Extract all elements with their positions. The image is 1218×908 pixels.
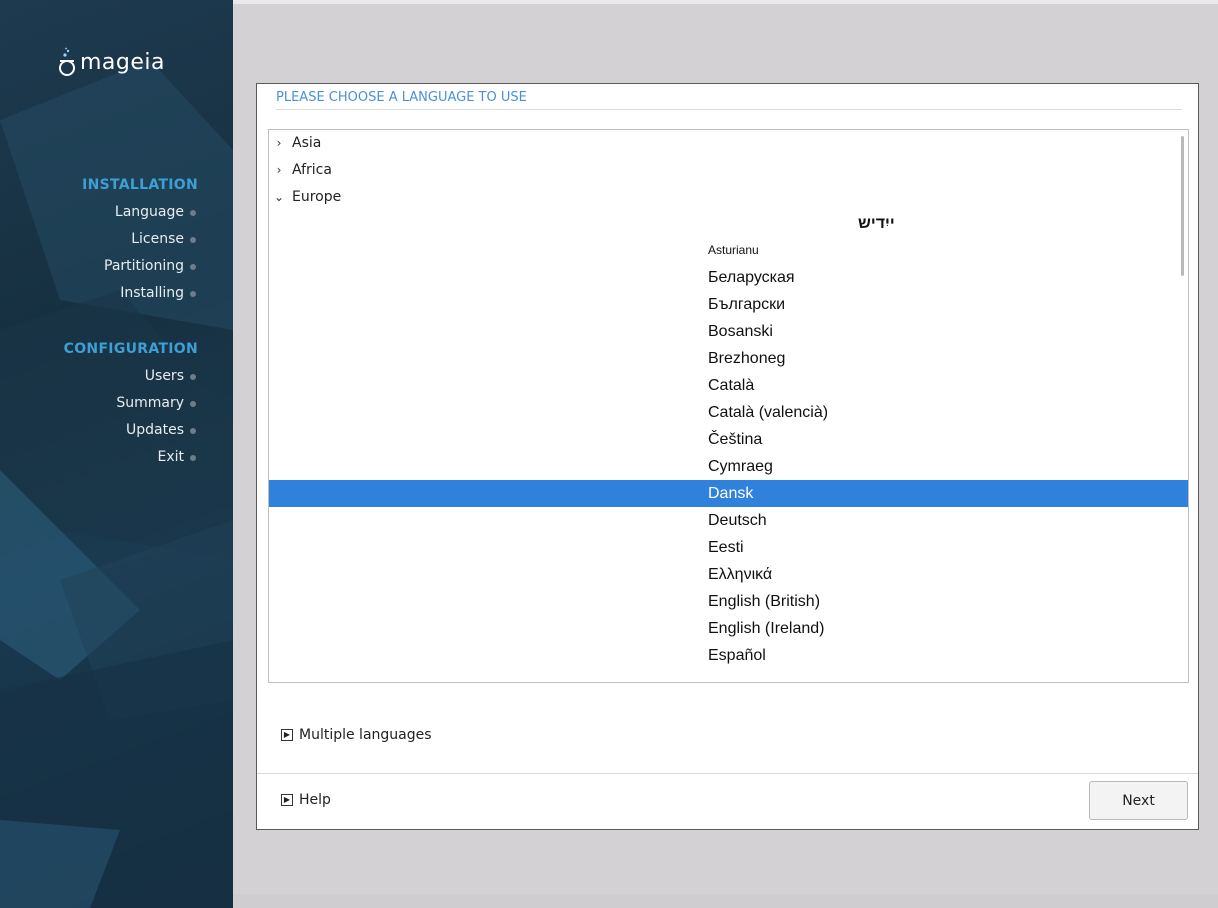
expander-triangle-icon: ▶ bbox=[281, 729, 293, 741]
language-item-brezhoneg[interactable]: Brezhoneg bbox=[269, 345, 1188, 372]
language-item-espanol[interactable]: Español bbox=[269, 642, 1188, 669]
language-item-english-british[interactable]: English (British) bbox=[269, 588, 1188, 615]
step-exit: Exit bbox=[116, 444, 196, 471]
step-summary: Summary bbox=[116, 390, 196, 417]
chevron-right-icon: › bbox=[276, 136, 282, 150]
installation-steps: Language License Partitioning Installing bbox=[104, 199, 196, 307]
language-item-bulgarian[interactable]: Български bbox=[269, 291, 1188, 318]
help-expander[interactable]: ▶ Help bbox=[281, 792, 331, 808]
language-item-cymraeg[interactable]: Cymraeg bbox=[269, 453, 1188, 480]
step-status-dot bbox=[190, 427, 196, 434]
step-status-dot bbox=[190, 400, 196, 407]
mageia-cauldron-icon bbox=[59, 47, 75, 76]
region-europe[interactable]: ⌄ Europe bbox=[274, 184, 341, 210]
step-installing: Installing bbox=[104, 280, 196, 307]
language-item-english-ireland[interactable]: English (Ireland) bbox=[269, 615, 1188, 642]
language-item-cestina[interactable]: Čeština bbox=[269, 426, 1188, 453]
step-license: License bbox=[104, 226, 196, 253]
step-status-dot bbox=[190, 209, 196, 216]
language-tree[interactable]: › Asia › Africa ⌄ Europe ייִדיש Asturian… bbox=[268, 129, 1189, 683]
multiple-languages-expander[interactable]: ▶ Multiple languages bbox=[281, 727, 432, 743]
expander-triangle-icon: ▶ bbox=[281, 794, 293, 806]
language-panel: PLEASE CHOOSE A LANGUAGE TO USE › Asia ›… bbox=[256, 83, 1199, 830]
footer-divider bbox=[257, 773, 1198, 774]
top-band bbox=[233, 0, 1218, 4]
language-item-yiddish[interactable]: ייִדיש bbox=[269, 210, 1188, 237]
bottom-band bbox=[233, 894, 1218, 908]
chevron-right-icon: › bbox=[276, 163, 282, 177]
mageia-logo: mageia bbox=[58, 42, 165, 82]
language-item-bosanski[interactable]: Bosanski bbox=[269, 318, 1188, 345]
region-africa[interactable]: › Africa bbox=[274, 157, 332, 183]
step-status-dot bbox=[190, 290, 196, 297]
step-language: Language bbox=[104, 199, 196, 226]
mageia-logo-text: mageia bbox=[80, 49, 166, 75]
language-item-asturianu[interactable]: Asturianu bbox=[269, 237, 1188, 264]
installation-section-title: INSTALLATION bbox=[82, 177, 198, 193]
step-status-dot bbox=[190, 373, 196, 380]
step-status-dot bbox=[190, 454, 196, 461]
page-title: PLEASE CHOOSE A LANGUAGE TO USE bbox=[276, 90, 527, 105]
step-partitioning: Partitioning bbox=[104, 253, 196, 280]
language-item-deutsch[interactable]: Deutsch bbox=[269, 507, 1188, 534]
language-item-greek[interactable]: Ελληνικά bbox=[269, 561, 1188, 588]
language-item-eesti[interactable]: Eesti bbox=[269, 534, 1188, 561]
sidebar: mageia INSTALLATION Language License Par… bbox=[0, 0, 233, 908]
step-status-dot bbox=[190, 236, 196, 243]
step-status-dot bbox=[190, 263, 196, 270]
step-users: Users bbox=[116, 363, 196, 390]
title-divider bbox=[276, 109, 1182, 110]
list-scrollbar[interactable] bbox=[1181, 136, 1184, 276]
chevron-down-icon: ⌄ bbox=[274, 190, 285, 204]
language-item-belarusian[interactable]: Беларуская bbox=[269, 264, 1188, 291]
region-asia[interactable]: › Asia bbox=[274, 130, 322, 156]
next-button[interactable]: Next bbox=[1089, 781, 1188, 820]
language-item-catala[interactable]: Català bbox=[269, 372, 1188, 399]
configuration-section-title: CONFIGURATION bbox=[63, 341, 198, 357]
configuration-steps: Users Summary Updates Exit bbox=[116, 363, 196, 471]
language-item-catala-valencia[interactable]: Català (valencià) bbox=[269, 399, 1188, 426]
step-updates: Updates bbox=[116, 417, 196, 444]
language-item-dansk[interactable]: Dansk bbox=[269, 480, 1188, 507]
